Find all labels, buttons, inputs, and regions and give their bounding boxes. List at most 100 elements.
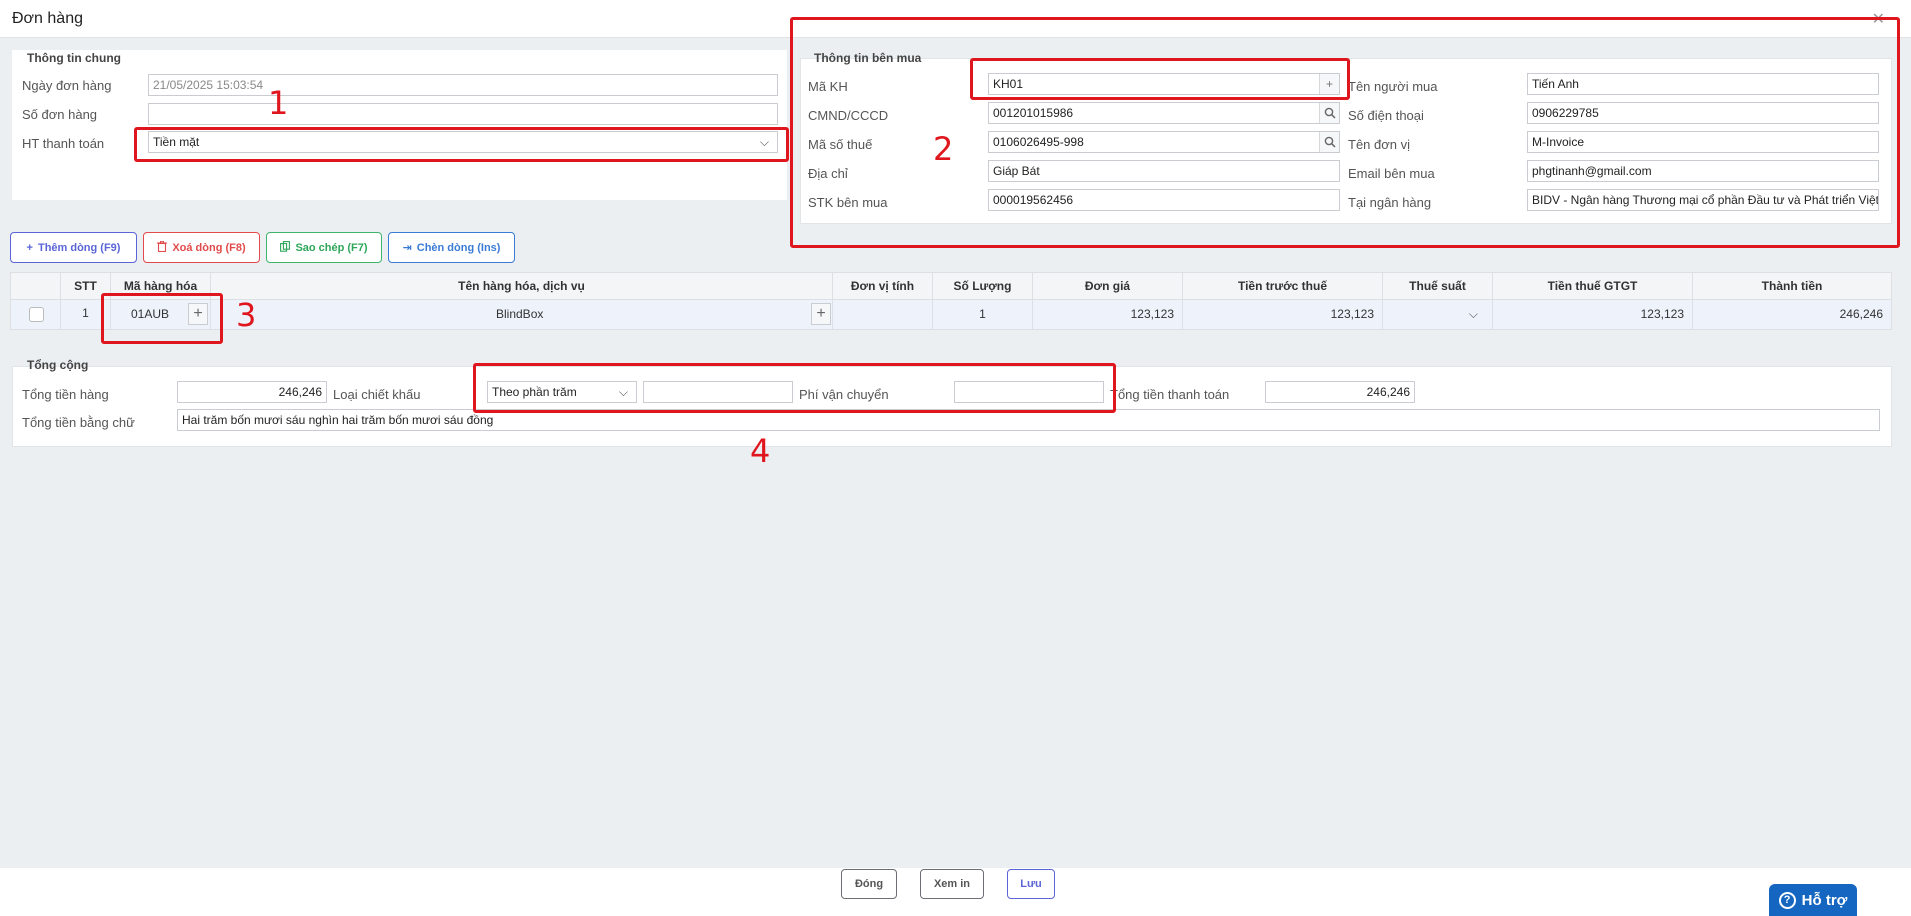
row-pre-tax[interactable]: 123,123 <box>1183 300 1383 329</box>
id-card-label: CMND/CCCD <box>808 108 889 123</box>
col-item-name: Tên hàng hóa, dịch vụ <box>211 273 833 299</box>
tax-code-value: 0106026495-998 <box>993 135 1084 149</box>
payment-method-value: Tiền mặt <box>153 135 200 149</box>
totals-title: Tổng cộng <box>27 358 89 372</box>
col-pre-tax: Tiền trước thuế <box>1183 273 1383 299</box>
copy-label: Sao chép (F7) <box>295 241 368 254</box>
shipping-fee-field[interactable] <box>954 381 1104 403</box>
row-stt: 1 <box>61 300 111 329</box>
id-card-field[interactable]: 001201015986 <box>988 102 1340 124</box>
row-checkbox[interactable] <box>29 307 44 322</box>
goods-total-label: Tổng tiền hàng <box>22 387 109 402</box>
chevron-down-icon: ⌵ <box>618 385 628 399</box>
shipping-fee-label: Phí vận chuyển <box>799 387 889 402</box>
print-preview-button[interactable]: Xem in <box>920 869 984 899</box>
bank-field[interactable]: BIDV - Ngân hàng Thương mại cổ phần Đầu … <box>1527 189 1879 211</box>
buyer-email-label: Email bên mua <box>1348 166 1435 181</box>
buyer-info-title: Thông tin bên mua <box>814 51 922 65</box>
discount-value-field[interactable] <box>643 381 793 403</box>
delete-row-label: Xoá dòng (F8) <box>172 241 246 254</box>
plus-icon: + <box>26 241 33 254</box>
select-all-header <box>11 273 61 299</box>
address-label: Địa chỉ <box>808 166 848 181</box>
chevron-down-icon: ⌵ <box>759 135 769 149</box>
buyer-name-field[interactable]: Tiến Anh <box>1527 73 1879 95</box>
add-icon[interactable]: + <box>1319 74 1339 94</box>
discount-type-label: Loại chiết khấu <box>333 387 421 402</box>
row-item-code-cell[interactable]: 01AUB + <box>111 300 211 329</box>
copy-button[interactable]: Sao chép (F7) <box>266 232 382 263</box>
tax-code-field[interactable]: 0106026495-998 <box>988 131 1340 153</box>
copy-icon <box>280 240 291 255</box>
help-button[interactable]: ? Hỗ trợ <box>1769 884 1857 916</box>
col-item-code: Mã hàng hóa <box>111 273 211 299</box>
save-button[interactable]: Lưu <box>1007 869 1055 899</box>
row-unit-price[interactable]: 123,123 <box>1033 300 1183 329</box>
col-total: Thành tiền <box>1761 279 1823 293</box>
tax-code-label: Mã số thuế <box>808 137 873 152</box>
close-button[interactable]: Đóng <box>841 869 897 899</box>
row-select-cell <box>11 300 61 329</box>
row-unit[interactable] <box>833 300 933 329</box>
payment-total-label: Tổng tiền thanh toán <box>1110 387 1230 402</box>
search-icon[interactable] <box>1319 103 1339 123</box>
col-tax-rate: Thuế suất <box>1383 273 1493 299</box>
row-total: 246,246 <box>1839 307 1883 321</box>
row-quantity[interactable]: 1 <box>933 300 1033 329</box>
customer-code-field[interactable]: KH01 + <box>988 73 1340 95</box>
insert-row-button[interactable]: ⇥ Chèn dòng (Ins) <box>388 232 515 263</box>
row-vat[interactable]: 123,123 <box>1493 300 1693 329</box>
address-field[interactable]: Giáp Bát <box>988 160 1340 182</box>
add-row-button[interactable]: + Thêm dòng (F9) <box>10 232 137 263</box>
buyer-name-label: Tên người mua <box>1348 79 1438 94</box>
amount-in-words-label: Tổng tiền bằng chữ <box>22 415 135 430</box>
buyer-email-field[interactable]: phgtinanh@gmail.com <box>1527 160 1879 182</box>
table-header: STT Mã hàng hóa Tên hàng hóa, dịch vụ Đơ… <box>10 272 1892 300</box>
col-vat: Tiền thuế GTGT <box>1493 273 1693 299</box>
payment-method-select[interactable]: Tiền mặt ⌵ <box>148 131 778 153</box>
add-row-label: Thêm dòng (F9) <box>37 241 121 254</box>
insert-row-label: Chèn dòng (Ins) <box>416 241 501 254</box>
col-quantity: Số Lượng <box>933 273 1033 299</box>
amount-in-words-field: Hai trăm bốn mươi sáu nghìn hai trăm bốn… <box>177 409 1880 431</box>
customer-code-label: Mã KH <box>808 79 848 94</box>
payment-method-label: HT thanh toán <box>22 136 105 151</box>
order-date-field: 21/05/2025 15:03:54 <box>148 74 778 96</box>
payment-total-field: 246,246 <box>1265 381 1415 403</box>
buyer-account-field[interactable]: 000019562456 <box>988 189 1340 211</box>
order-number-field[interactable] <box>148 103 778 125</box>
bank-label: Tại ngân hàng <box>1348 195 1432 210</box>
annotation-number-3: 3 <box>236 296 257 334</box>
annotation-number-1: 1 <box>268 84 289 122</box>
order-number-label: Số đơn hàng <box>22 107 98 122</box>
close-icon[interactable]: ✕ <box>1872 9 1885 29</box>
row-item-code: 01AUB <box>131 307 170 321</box>
insert-icon: ⇥ <box>402 242 412 254</box>
add-icon[interactable]: + <box>188 303 208 325</box>
dialog-title: Đơn hàng <box>12 10 83 27</box>
add-icon[interactable]: + <box>811 303 831 325</box>
customer-code-value: KH01 <box>993 77 1024 91</box>
discount-type-select[interactable]: Theo phần trăm ⌵ <box>487 381 637 403</box>
row-item-name-cell[interactable]: BlindBox + <box>211 300 833 329</box>
unit-name-label: Tên đơn vị <box>1348 137 1410 152</box>
row-tax-rate-select[interactable]: ⌵ <box>1383 300 1493 329</box>
col-unit-price: Đơn giá <box>1033 273 1183 299</box>
phone-label: Số điện thoại <box>1348 108 1424 123</box>
question-icon: ? <box>1778 891 1796 909</box>
help-label: Hỗ trợ <box>1801 891 1848 909</box>
unit-name-field[interactable]: M-Invoice <box>1527 131 1879 153</box>
col-stt: STT <box>61 273 111 299</box>
search-icon[interactable] <box>1319 132 1339 152</box>
trash-icon <box>157 240 168 255</box>
phone-field[interactable]: 0906229785 <box>1527 102 1879 124</box>
buyer-account-label: STK bên mua <box>808 195 888 210</box>
id-card-value: 001201015986 <box>993 106 1074 120</box>
goods-total-field: 246,246 <box>177 381 327 403</box>
totals-section <box>12 366 1892 447</box>
delete-row-button[interactable]: Xoá dòng (F8) <box>143 232 260 263</box>
table-row[interactable]: 1 01AUB + BlindBox + 1 123,123 123,123 ⌵… <box>10 300 1892 330</box>
col-unit: Đơn vị tính <box>833 273 933 299</box>
order-date-label: Ngày đơn hàng <box>22 78 112 93</box>
general-info-title: Thông tin chung <box>27 51 121 65</box>
